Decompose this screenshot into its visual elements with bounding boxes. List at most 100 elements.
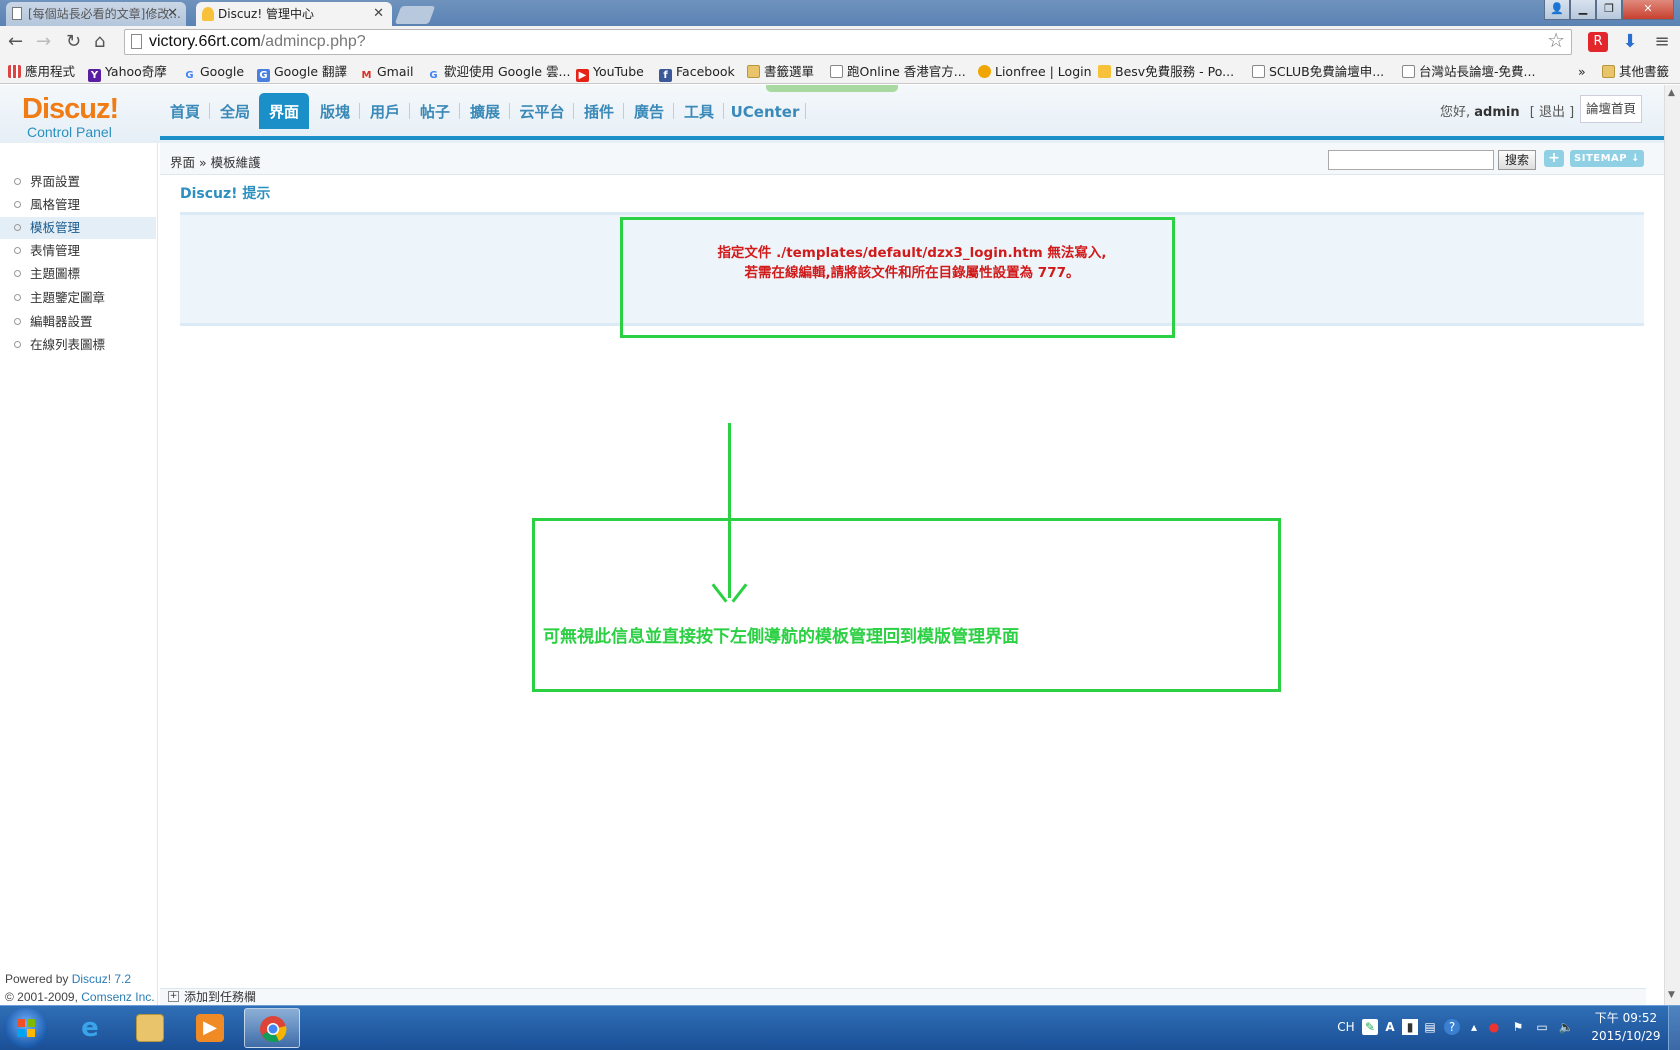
tray-expand-icon[interactable]: ▴	[1466, 1019, 1482, 1035]
bookmark-besv[interactable]: Besv免費服務 - Po...	[1098, 63, 1234, 81]
nav-cloud[interactable]: 云平台	[510, 93, 574, 129]
menu-icon[interactable]: ≡	[1652, 32, 1672, 52]
minimize-button[interactable]: ▁	[1570, 0, 1596, 20]
extension-icon[interactable]: R	[1588, 32, 1608, 52]
add-shortcut-button[interactable]: +	[1544, 150, 1564, 167]
bookmark-google-cloud[interactable]: G 歡迎使用 Google 雲...	[427, 63, 570, 82]
clock-date: 2015/10/29	[1591, 1029, 1661, 1043]
browser-tab-active[interactable]: Discuz! 管理中心 ✕	[196, 2, 392, 26]
discuz-logo[interactable]: Discuz! Control Panel	[22, 93, 142, 140]
bookmark-google-translate[interactable]: G Google 翻譯	[257, 63, 347, 82]
scroll-up-icon[interactable]: ▲	[1668, 88, 1675, 98]
back-arrow-icon[interactable]: ←	[8, 32, 23, 52]
scroll-down-icon[interactable]: ▼	[1668, 990, 1675, 1000]
bookmark-other[interactable]: 其他書籤	[1602, 63, 1669, 81]
taskbar-explorer[interactable]	[122, 1008, 178, 1048]
nav-ads[interactable]: 廣告	[624, 93, 674, 129]
page-icon	[830, 65, 843, 78]
show-desktop-button[interactable]	[1668, 1006, 1680, 1050]
comsenz-link[interactable]: Comsenz Inc.	[81, 990, 154, 1004]
address-bar[interactable]: victory.66rt.com/admincp.php? ☆	[124, 29, 1572, 55]
url-domain: victory.66rt.com	[149, 33, 261, 50]
taskbar-chrome[interactable]	[244, 1008, 300, 1048]
nav-plugins[interactable]: 插件	[574, 93, 624, 129]
clock[interactable]: 下午 09:52 2015/10/29	[1590, 1009, 1662, 1045]
bookmark-apps[interactable]: 應用程式	[8, 63, 75, 81]
close-icon[interactable]: ✕	[373, 2, 384, 26]
plus-icon[interactable]: +	[168, 991, 179, 1002]
page-icon	[1252, 65, 1265, 78]
help-icon[interactable]: ?	[1444, 1019, 1460, 1035]
sidebar-item-editor-settings[interactable]: 編輯器設置	[0, 311, 156, 333]
nav-ucenter[interactable]: UCenter	[724, 93, 806, 129]
nav-tools[interactable]: 工具	[674, 93, 724, 129]
network-icon[interactable]: ▭	[1534, 1019, 1550, 1035]
nav-posts[interactable]: 帖子	[410, 93, 460, 129]
search-input[interactable]	[1328, 150, 1494, 170]
window-close-button[interactable]: ✕	[1622, 0, 1674, 20]
bookmarks-bar: 應用程式 Y Yahoo奇摩 G Google G Google 翻譯 M Gmail …	[0, 60, 1680, 84]
ime-options-icon[interactable]: ▤	[1422, 1019, 1438, 1035]
profile-icon[interactable]: 👤	[1544, 0, 1570, 20]
bookmark-overflow-chevron[interactable]: »	[1578, 63, 1586, 81]
sidebar-item-style-manage[interactable]: 風格管理	[0, 194, 156, 216]
discuz-version-link[interactable]: Discuz! 7.2	[72, 972, 131, 986]
ime-icon[interactable]: ✎	[1362, 1019, 1378, 1035]
home-icon[interactable]: ⌂	[94, 32, 105, 52]
new-tab-button[interactable]	[394, 6, 436, 24]
bullet-icon	[14, 318, 21, 325]
google-translate-icon: G	[257, 69, 270, 82]
nav-forums[interactable]: 版塊	[310, 93, 360, 129]
windows-taskbar: e ▶ CH ✎ A ▮ ▤ ? ▴ ● ⚑ ▭ 🔈 下午 09:52 2015…	[0, 1005, 1680, 1050]
bookmark-facebook[interactable]: f Facebook	[659, 63, 735, 82]
bookmark-folder-menu[interactable]: 書籤選單	[747, 63, 814, 81]
sidebar-item-online-list-icons[interactable]: 在線列表圖標	[0, 334, 156, 356]
add-to-taskbar-link[interactable]: 添加到任務欄	[184, 990, 256, 1004]
sub-bar: 界面 » 模板維護 搜索 + SITEMAP ↓	[160, 143, 1664, 175]
restore-button[interactable]: ❐	[1596, 0, 1622, 20]
forum-home-button[interactable]: 論壇首頁	[1580, 95, 1642, 123]
bookmark-tw-webmaster[interactable]: 台灣站長論壇-免費...	[1402, 63, 1535, 81]
nav-users[interactable]: 用戶	[360, 93, 410, 129]
logout-link[interactable]: [ 退出 ]	[1530, 105, 1574, 120]
sidebar-item-template-manage[interactable]: 模板管理	[0, 217, 156, 239]
volume-icon[interactable]: 🔈	[1558, 1019, 1574, 1035]
admin-header: Discuz! Control Panel 首頁 全局 界面 版塊 用戶 帖子 …	[0, 85, 1664, 143]
reload-icon[interactable]: ↻	[66, 32, 81, 52]
bookmark-paoonline[interactable]: 跑Online 香港官方...	[830, 63, 966, 81]
sidebar-item-interface-settings[interactable]: 界面設置	[0, 171, 156, 193]
ime-mode-icon[interactable]: ▮	[1402, 1019, 1418, 1035]
browser-tab[interactable]: [每個站長必看的文章]修改... ✕	[6, 2, 186, 26]
sidebar-item-smiley-manage[interactable]: 表情管理	[0, 240, 156, 262]
sitemap-button[interactable]: SITEMAP ↓	[1570, 150, 1644, 167]
nav-global[interactable]: 全局	[210, 93, 260, 129]
bookmark-sclub[interactable]: SCLUB免費論壇申...	[1252, 63, 1384, 81]
nav-home[interactable]: 首頁	[160, 93, 210, 129]
action-center-flag-icon[interactable]: ⚑	[1510, 1019, 1526, 1035]
antivirus-icon[interactable]: ●	[1486, 1019, 1502, 1035]
taskbar-ie[interactable]: e	[62, 1008, 118, 1048]
language-indicator[interactable]: CH	[1336, 1019, 1356, 1035]
sidebar-item-thread-stamps[interactable]: 主題鑒定圖章	[0, 287, 156, 309]
bookmark-yahoo[interactable]: Y Yahoo奇摩	[88, 63, 167, 82]
tab-title: [每個站長必看的文章]修改...	[28, 7, 181, 21]
bookmark-google[interactable]: G Google	[183, 63, 244, 82]
logo-main: Discuz!	[22, 93, 119, 125]
sidebar-item-thread-icons[interactable]: 主題圖標	[0, 263, 156, 285]
google-icon: G	[185, 70, 194, 81]
bookmark-gmail[interactable]: M Gmail	[360, 63, 414, 82]
font-icon[interactable]: A	[1382, 1019, 1398, 1035]
download-icon[interactable]: ⬇	[1620, 32, 1640, 52]
bookmark-youtube[interactable]: ▶ YouTube	[576, 63, 644, 82]
folder-icon	[136, 1014, 164, 1042]
vertical-scrollbar[interactable]: ▲ ▼	[1664, 85, 1680, 1005]
taskbar-media[interactable]: ▶	[182, 1008, 238, 1048]
bookmark-lionfree[interactable]: Lionfree | Login	[978, 63, 1092, 81]
start-button[interactable]	[4, 1008, 48, 1048]
forward-arrow-icon[interactable]: →	[36, 32, 51, 52]
nav-extensions[interactable]: 擴展	[460, 93, 510, 129]
bookmark-star-icon[interactable]: ☆	[1547, 29, 1565, 53]
nav-interface[interactable]: 界面	[259, 93, 309, 129]
search-button[interactable]: 搜索	[1498, 150, 1536, 170]
close-icon[interactable]: ✕	[167, 2, 178, 26]
